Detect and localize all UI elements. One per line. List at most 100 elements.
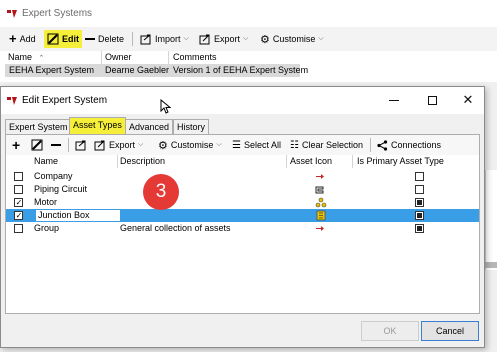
background-list-header: Name ⌃ Owner Comments bbox=[0, 51, 300, 64]
primary-asset-checkbox[interactable] bbox=[415, 198, 424, 207]
row-owner: Dearne Gaebler bbox=[105, 65, 170, 75]
export-icon bbox=[94, 140, 105, 150]
clear-selection-button[interactable]: ☷ Clear Selection bbox=[290, 137, 363, 153]
minus-icon bbox=[85, 38, 95, 40]
column-header-asset-icon[interactable]: Asset Icon bbox=[290, 156, 332, 166]
column-divider[interactable] bbox=[117, 155, 118, 168]
row-name: Motor bbox=[34, 197, 58, 207]
gear-icon: ⚙ bbox=[260, 33, 270, 46]
red-arrow-icon bbox=[315, 222, 325, 236]
chevron-down-icon: ⌵ bbox=[138, 141, 144, 148]
tab-asset-types[interactable]: Asset Types bbox=[69, 117, 126, 134]
mouse-cursor-icon bbox=[160, 99, 171, 114]
chevron-down-icon: ⌵ bbox=[216, 141, 222, 148]
dialog-titlebar[interactable]: Edit Expert System ✕ bbox=[1, 87, 484, 114]
primary-asset-checkbox[interactable] bbox=[415, 185, 424, 194]
edit-label: Edit bbox=[62, 34, 79, 44]
add-label: Add bbox=[19, 34, 36, 44]
column-divider[interactable] bbox=[168, 51, 169, 64]
chevron-down-icon: ⌵ bbox=[183, 35, 189, 42]
table-row[interactable]: Junction Box bbox=[6, 209, 479, 222]
export-label: Export bbox=[214, 34, 241, 44]
import-asset-types-button[interactable] bbox=[75, 137, 87, 153]
close-button[interactable]: ✕ bbox=[460, 92, 476, 108]
import-label: Import bbox=[155, 34, 181, 44]
column-header-is-primary[interactable]: Is Primary Asset Type bbox=[357, 156, 444, 166]
toolbar-separator bbox=[68, 138, 69, 152]
primary-asset-checkbox[interactable] bbox=[415, 211, 424, 220]
clear-list-icon: ☷ bbox=[290, 139, 299, 151]
background-scrollbar[interactable] bbox=[485, 262, 497, 268]
customise-asset-types-button[interactable]: ⚙ Customise ⌵ bbox=[158, 137, 222, 153]
table-row[interactable]: Company bbox=[6, 170, 479, 183]
column-divider[interactable] bbox=[101, 51, 102, 64]
share-connections-icon bbox=[377, 139, 388, 151]
connections-button[interactable]: Connections bbox=[377, 137, 441, 153]
asset-types-panel: + Export ⌵ ⚙ Customise ⌵ ☰ Select All ☷ … bbox=[5, 134, 480, 314]
edit-button[interactable]: Edit bbox=[44, 30, 82, 48]
row-select-checkbox[interactable] bbox=[14, 198, 23, 207]
customise-button[interactable]: ⚙ Customise ⌵ bbox=[257, 30, 327, 48]
import-button[interactable]: Import ⌵ bbox=[137, 30, 192, 48]
import-icon bbox=[75, 140, 86, 150]
row-select-checkbox[interactable] bbox=[14, 172, 23, 181]
column-header-comments[interactable]: Comments bbox=[173, 52, 217, 62]
table-row[interactable]: Motor bbox=[6, 196, 479, 209]
add-asset-type-button[interactable]: + bbox=[12, 137, 20, 153]
toolbar-separator bbox=[370, 138, 371, 152]
primary-asset-checkbox[interactable] bbox=[415, 172, 424, 181]
checklist-icon: ☰ bbox=[232, 139, 241, 151]
pencil-icon bbox=[31, 139, 43, 151]
name-edit-field[interactable]: Junction Box bbox=[35, 209, 121, 222]
connections-label: Connections bbox=[391, 140, 442, 150]
edit-asset-type-button[interactable] bbox=[31, 137, 43, 153]
column-header-owner[interactable]: Owner bbox=[105, 52, 132, 62]
select-all-label: Select All bbox=[243, 140, 281, 150]
cancel-button[interactable]: Cancel bbox=[421, 321, 479, 341]
delete-asset-type-button[interactable] bbox=[51, 137, 61, 153]
chevron-down-icon: ⌵ bbox=[318, 35, 324, 42]
sort-up-icon: ⌃ bbox=[38, 55, 45, 62]
row-name: Group bbox=[34, 223, 60, 233]
plus-icon: + bbox=[9, 31, 17, 46]
minus-icon bbox=[51, 144, 61, 146]
tab-advanced[interactable]: Advanced bbox=[125, 119, 174, 134]
minimize-button[interactable] bbox=[386, 92, 402, 108]
add-button[interactable]: + Add bbox=[6, 30, 39, 48]
row-select-checkbox[interactable] bbox=[14, 185, 23, 194]
export-button[interactable]: Export ⌵ bbox=[196, 30, 251, 48]
maximize-button[interactable] bbox=[424, 92, 440, 108]
table-row[interactable]: EEHA Expert System Dearne Gaebler Versio… bbox=[5, 64, 308, 77]
edit-expert-system-dialog: Edit Expert System ✕ Expert System Asset… bbox=[0, 86, 485, 348]
export-icon bbox=[199, 34, 210, 44]
column-header-description[interactable]: Description bbox=[120, 156, 165, 166]
close-icon: ✕ bbox=[462, 92, 474, 107]
plus-icon: + bbox=[12, 137, 21, 153]
select-all-button[interactable]: ☰ Select All bbox=[232, 137, 281, 153]
table-row[interactable]: Piping Circuit bbox=[6, 183, 479, 196]
column-divider[interactable] bbox=[286, 155, 287, 168]
row-select-checkbox[interactable] bbox=[14, 224, 23, 233]
primary-asset-checkbox[interactable] bbox=[415, 224, 424, 233]
background-window-title: Expert Systems bbox=[22, 8, 93, 19]
column-divider[interactable] bbox=[352, 155, 353, 168]
export-asset-types-button[interactable]: Export ⌵ bbox=[94, 137, 143, 153]
maximize-icon bbox=[427, 95, 437, 105]
row-name: Junction Box bbox=[38, 210, 90, 220]
ok-button[interactable]: OK bbox=[361, 321, 419, 341]
gear-icon: ⚙ bbox=[158, 139, 168, 152]
tab-history[interactable]: History bbox=[173, 119, 210, 134]
clear-selection-label: Clear Selection bbox=[301, 140, 363, 150]
column-header-name[interactable]: Name ⌃ bbox=[8, 52, 44, 62]
row-name: Piping Circuit bbox=[34, 184, 88, 194]
pencil-icon bbox=[47, 33, 59, 45]
table-row[interactable]: Group General collection of assets bbox=[6, 222, 479, 235]
background-window-titlebar: Expert Systems bbox=[0, 0, 497, 27]
toolbar-separator bbox=[132, 32, 133, 46]
row-select-checkbox[interactable] bbox=[14, 211, 23, 220]
delete-button[interactable]: Delete bbox=[82, 30, 127, 48]
app-logo-icon bbox=[7, 10, 17, 18]
customise-label: Customise bbox=[272, 34, 316, 44]
tab-expert-system[interactable]: Expert System bbox=[5, 119, 72, 134]
column-header-name[interactable]: Name bbox=[34, 156, 58, 166]
